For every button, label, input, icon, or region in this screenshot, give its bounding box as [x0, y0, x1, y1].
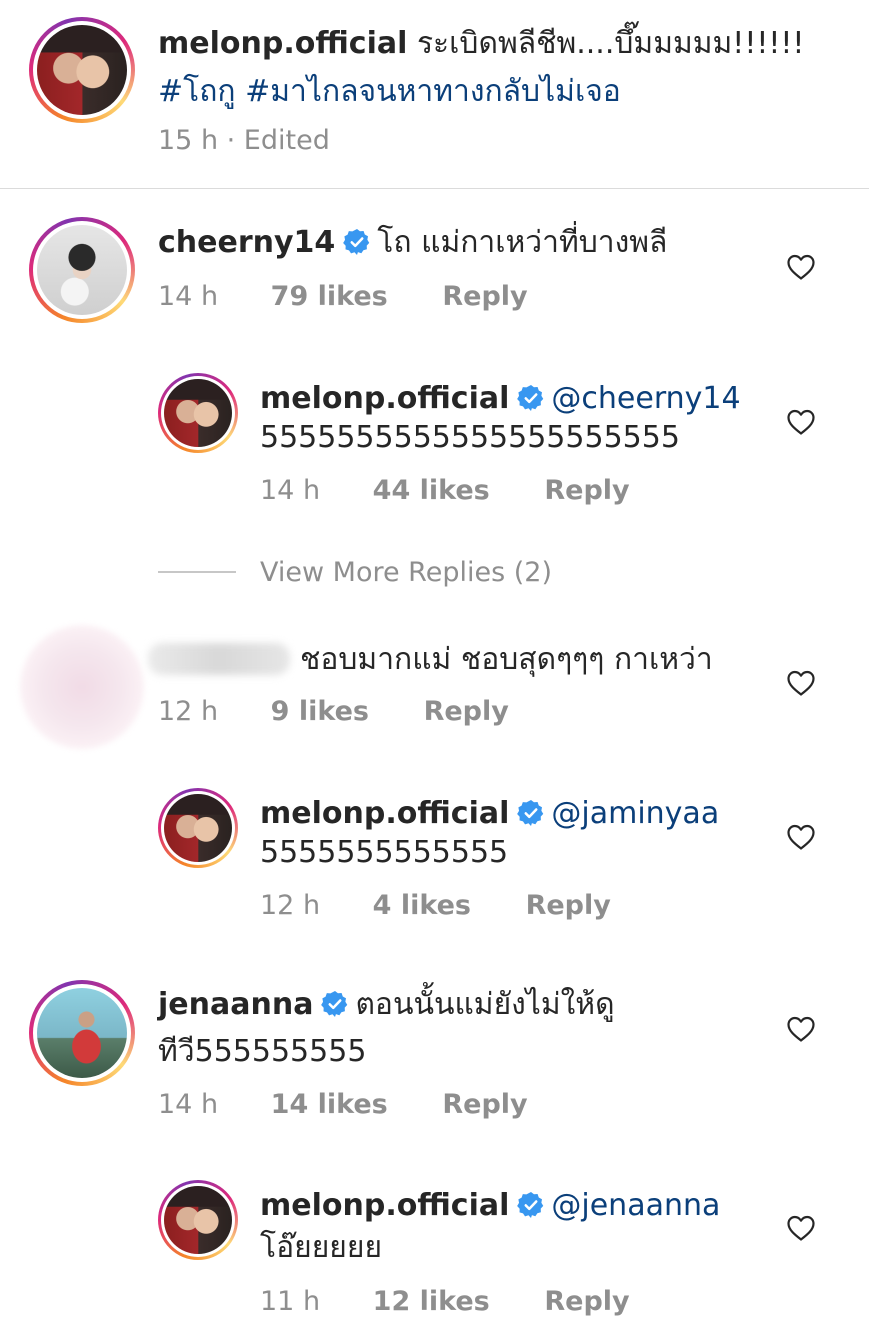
comment-time: 14 h — [158, 281, 219, 312]
reply-time: 14 h — [260, 475, 321, 506]
reply-meta: 11 h 12 likes Reply — [260, 1285, 630, 1319]
reply-likes[interactable]: 12 likes — [373, 1286, 490, 1317]
comment-text: โถ แม่กาเหว่าที่บางพลี — [377, 225, 668, 260]
reply-avatar[interactable] — [158, 788, 238, 868]
view-more-replies-button[interactable]: View More Replies (2) — [260, 556, 552, 590]
reply-button[interactable]: Reply — [544, 475, 629, 506]
caption-hashtags[interactable]: #โถกู #มาไกลจนหาทางกลับไม่เจอ — [158, 72, 621, 112]
reply-time: 11 h — [260, 1286, 321, 1317]
reply-line-1: melonp.official @jenaanna — [260, 1186, 720, 1226]
avatar-photo — [37, 988, 127, 1078]
reply-button[interactable]: Reply — [424, 696, 509, 727]
caption-line-1: melonp.official ระเบิดพลีชีพ....บึ๊มมมมม… — [158, 24, 804, 64]
blurred-avatar[interactable] — [20, 625, 144, 749]
reply-button[interactable]: Reply — [442, 1089, 527, 1120]
reply-button[interactable]: Reply — [442, 281, 527, 312]
caption-meta: 15 h · Edited — [158, 125, 330, 156]
avatar-photo — [164, 794, 232, 862]
caption-username[interactable]: melonp.official — [158, 26, 407, 61]
caption-text: ระเบิดพลีชีพ....บึ๊มมมมม!!!!!! — [416, 26, 805, 61]
comment-time: 12 h — [158, 696, 219, 727]
blurred-username[interactable] — [148, 643, 290, 675]
reply-username[interactable]: melonp.official — [260, 381, 509, 416]
verified-badge-icon — [321, 990, 349, 1018]
heart-outline-icon[interactable] — [786, 1214, 816, 1242]
comment-text-continued: ทีวี555555555 — [158, 1034, 367, 1069]
comment-likes[interactable]: 79 likes — [271, 281, 388, 312]
reply-line-1: melonp.official @jaminyaa — [260, 794, 719, 834]
reply-avatar[interactable] — [158, 1180, 238, 1260]
heart-outline-icon[interactable] — [786, 823, 816, 851]
comment-text: ตอนนั้นแม่ยังไม่ให้ดู — [355, 987, 615, 1022]
reply-mention[interactable]: @jaminyaa — [551, 796, 719, 831]
comment-username[interactable]: cheerny14 — [158, 225, 335, 260]
verified-badge-icon — [517, 1191, 545, 1219]
verified-badge-icon — [517, 384, 545, 412]
heart-outline-icon[interactable] — [786, 408, 816, 436]
avatar-photo — [37, 225, 127, 315]
heart-outline-icon[interactable] — [786, 1015, 816, 1043]
comment-meta: 14 h 79 likes Reply — [158, 280, 528, 314]
reply-button[interactable]: Reply — [526, 890, 611, 921]
reply-mention[interactable]: @cheerny14 — [551, 381, 740, 416]
comment-avatar[interactable] — [29, 980, 135, 1086]
reply-mention[interactable]: @jenaanna — [551, 1188, 720, 1223]
reply-avatar[interactable] — [158, 373, 238, 453]
reply-text: โอ๊ยยยยย — [260, 1230, 383, 1265]
reply-time: 12 h — [260, 890, 321, 921]
reply-username[interactable]: melonp.official — [260, 1188, 509, 1223]
reply-line-1: melonp.official @cheerny14 — [260, 379, 741, 419]
reply-button[interactable]: Reply — [544, 1286, 629, 1317]
avatar-photo — [164, 1186, 232, 1254]
reply-meta: 14 h 44 likes Reply — [260, 474, 630, 508]
comment-likes[interactable]: 9 likes — [271, 696, 369, 727]
caption-avatar[interactable] — [29, 17, 135, 123]
avatar-photo — [164, 379, 232, 447]
avatar-photo — [37, 25, 127, 115]
reply-username[interactable]: melonp.official — [260, 796, 509, 831]
comment-line: cheerny14 โถ แม่กาเหว่าที่บางพลี — [158, 223, 667, 263]
verified-badge-icon — [517, 799, 545, 827]
reply-likes[interactable]: 44 likes — [373, 475, 490, 506]
comment-time: 14 h — [158, 1089, 219, 1120]
comment-username[interactable]: jenaanna — [158, 987, 313, 1022]
comment-meta: 14 h 14 likes Reply — [158, 1088, 528, 1122]
reply-meta: 12 h 4 likes Reply — [260, 889, 611, 923]
verified-badge-icon — [343, 228, 371, 256]
comment-likes[interactable]: 14 likes — [271, 1089, 388, 1120]
reply-text: 5555555555555555555555 — [260, 420, 680, 455]
caption-divider — [0, 188, 869, 189]
comment-meta: 12 h 9 likes Reply — [158, 695, 509, 729]
comment-line: jenaanna ตอนนั้นแม่ยังไม่ให้ดู — [158, 985, 615, 1025]
view-more-divider — [158, 571, 236, 573]
comment-avatar[interactable] — [29, 217, 135, 323]
reply-text: 5555555555555 — [260, 835, 509, 870]
heart-outline-icon[interactable] — [786, 669, 816, 697]
heart-outline-icon[interactable] — [786, 253, 816, 281]
reply-likes[interactable]: 4 likes — [373, 890, 471, 921]
comment-text: ชอบมากแม่ ชอบสุดๆๆๆ กาเหว่า — [300, 642, 713, 677]
